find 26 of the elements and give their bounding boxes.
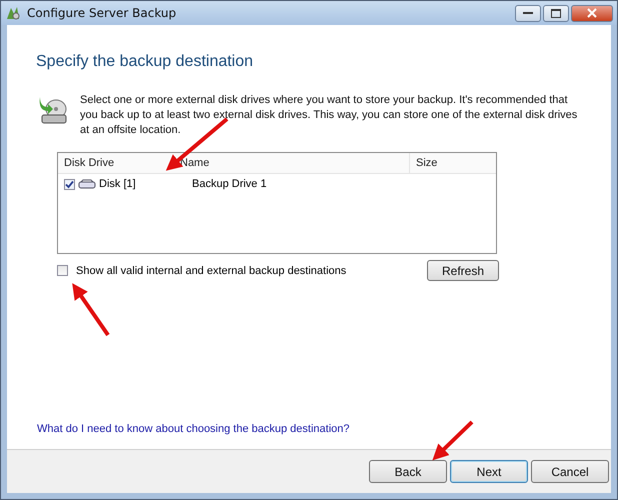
close-button[interactable] <box>571 4 613 22</box>
column-header[interactable]: Size <box>410 153 496 173</box>
annotation-arrow <box>72 283 110 336</box>
minimize-button[interactable] <box>515 4 541 22</box>
next-button[interactable]: Next <box>450 460 528 483</box>
help-link[interactable]: What do I need to know about choosing the backup destination? <box>37 423 611 435</box>
checkbox-label: Show all valid internal and external backup destinations <box>76 264 346 276</box>
close-icon <box>587 8 597 18</box>
minimize-icon <box>523 11 533 15</box>
page-heading: Specify the backup destination <box>36 53 254 71</box>
drive-icon <box>78 179 96 189</box>
table-cell: Disk [1] <box>99 178 136 190</box>
instruction-text: Select one or more external disk drives where you want to store your backup. It's recommended that you back up to at least two external disk drives. This way, you can store one of the external disk drives at an offsite location. <box>80 93 578 138</box>
cancel-button[interactable]: Cancel <box>531 460 609 483</box>
back-button[interactable]: Back <box>369 460 447 483</box>
maximize-button[interactable] <box>543 4 569 22</box>
column-header[interactable]: Disk Drive <box>58 153 174 173</box>
checkbox[interactable] <box>57 265 68 276</box>
maximize-icon <box>551 8 561 18</box>
table-cell-text: Backup Drive 1 <box>191 178 268 190</box>
column-header[interactable]: Name <box>174 153 410 173</box>
backup-app-icon <box>5 5 21 21</box>
checkbox[interactable] <box>64 178 75 190</box>
window-title: Configure Server Backup <box>27 6 178 20</box>
annotation-arrow <box>432 420 474 460</box>
refresh-button[interactable]: Refresh <box>427 260 499 281</box>
